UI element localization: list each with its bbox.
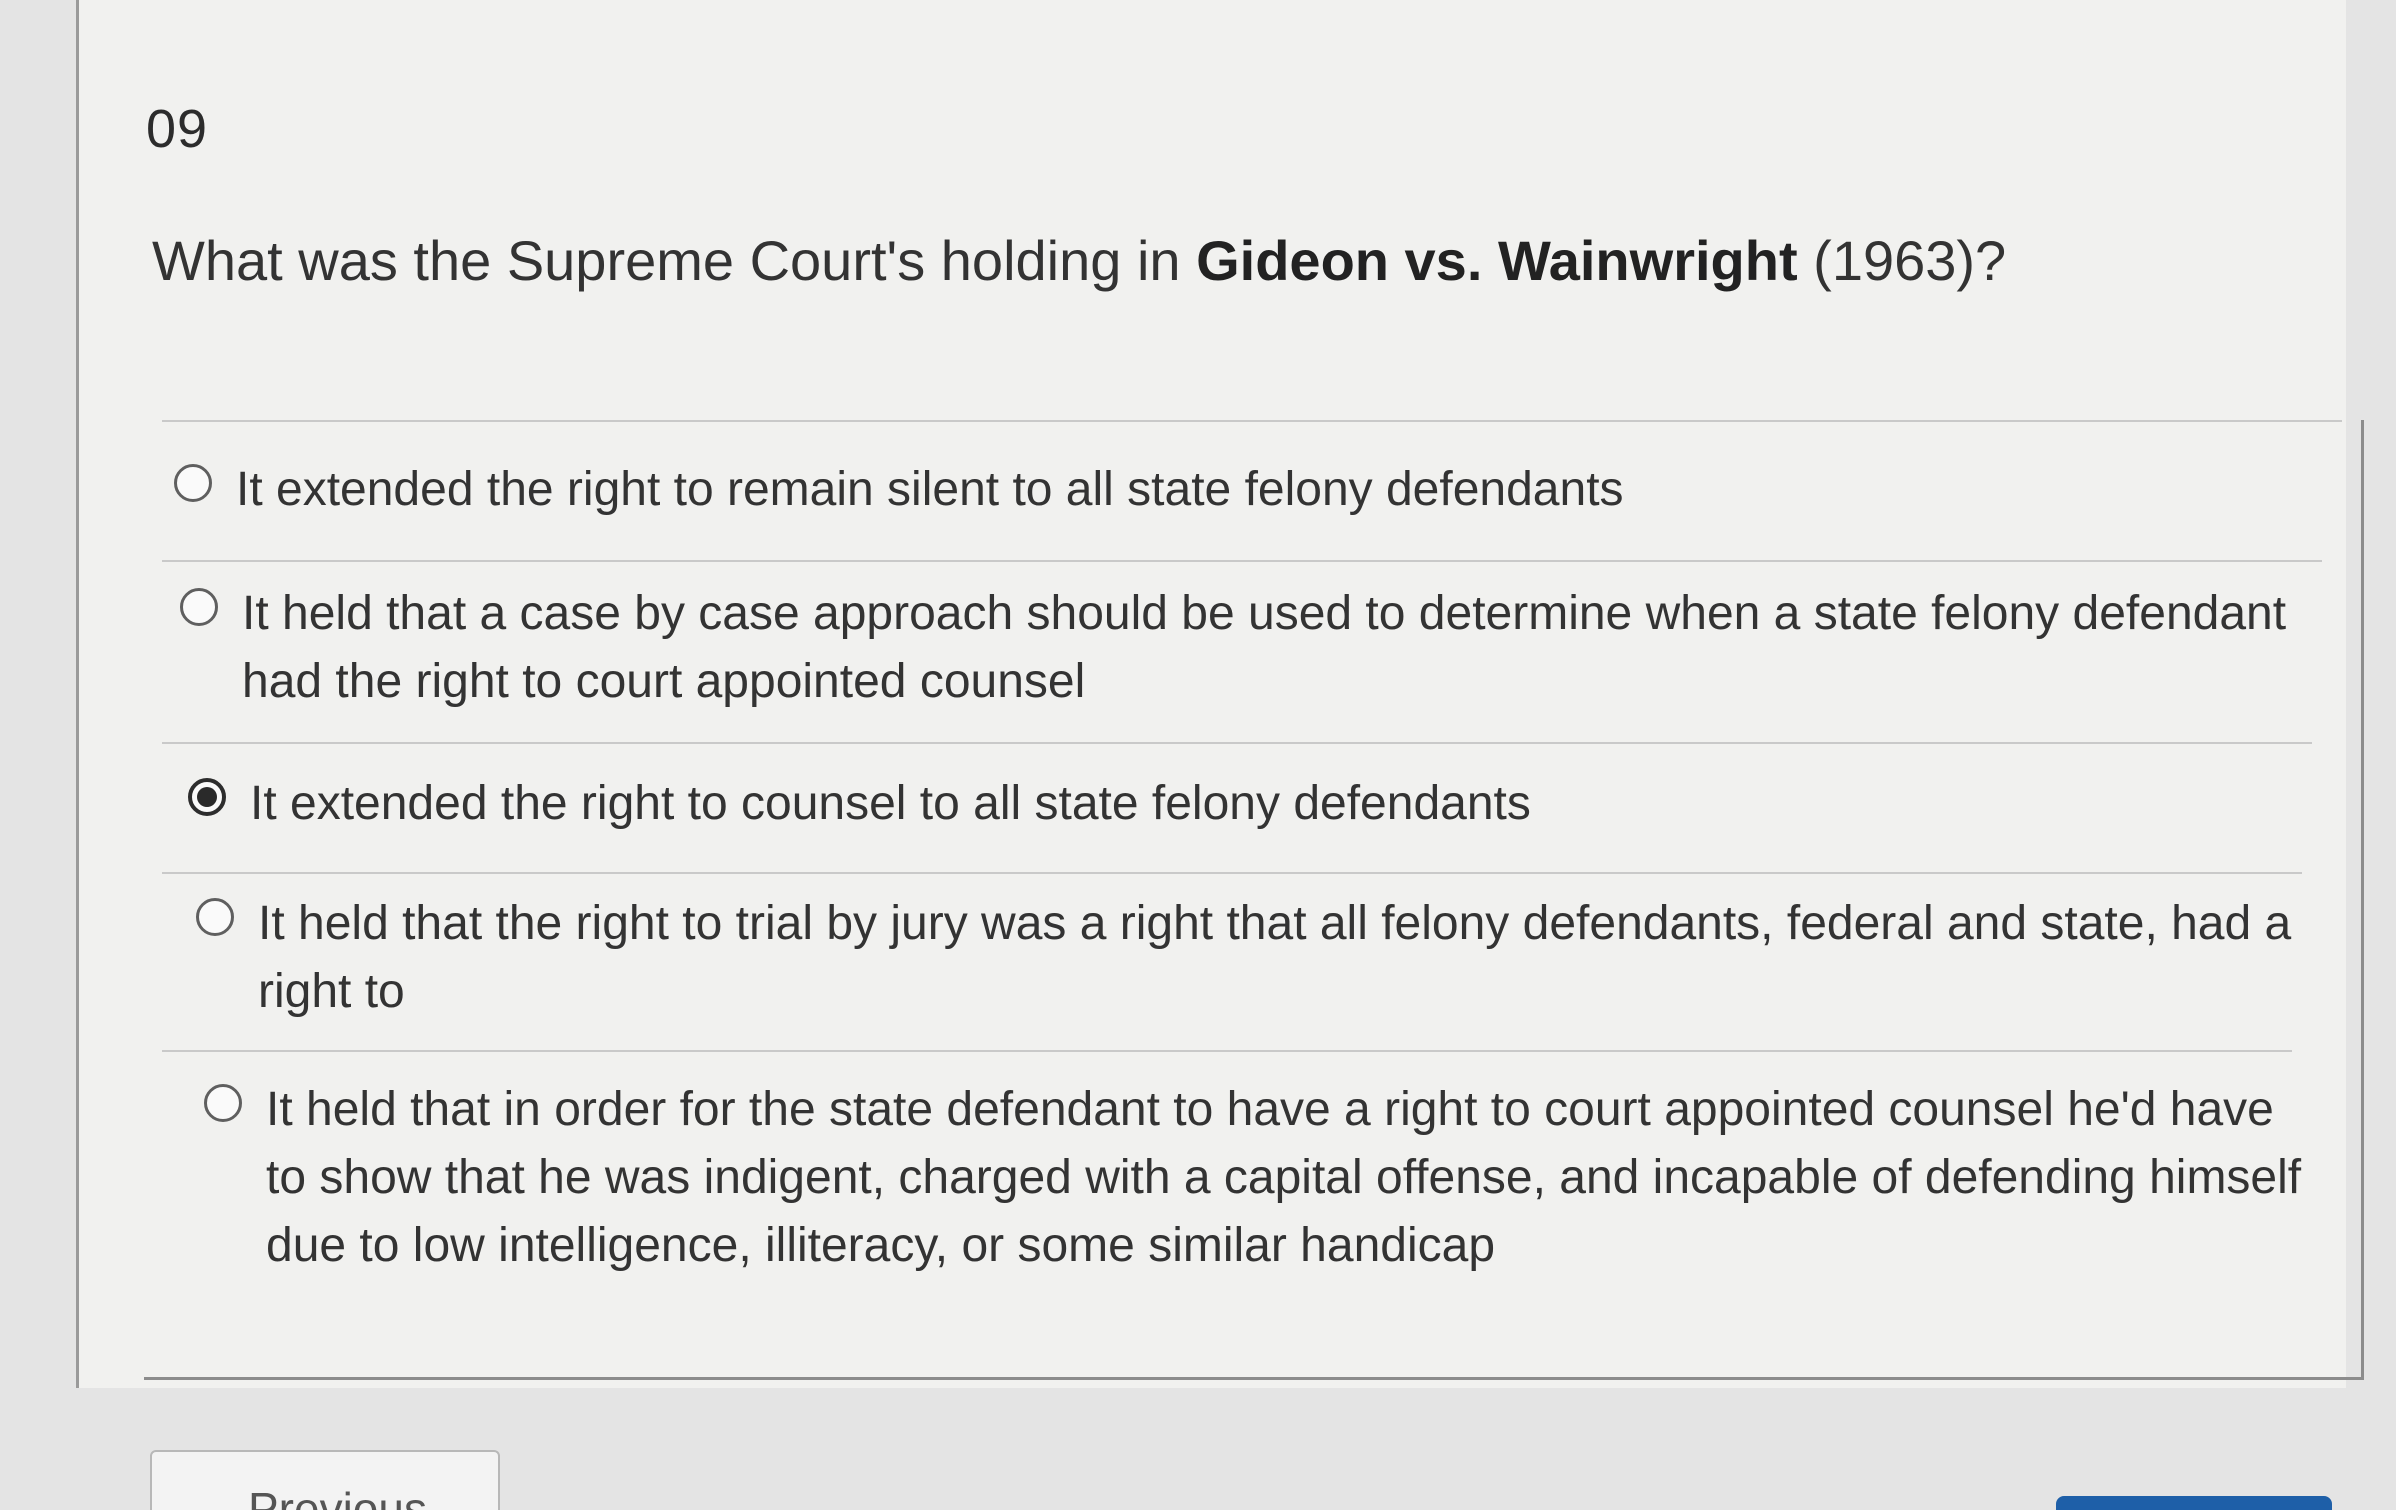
divider [162,420,2342,422]
question-number: 09 [146,99,209,159]
divider [162,872,2302,874]
answer-option-label-3: It extended the right to counsel to all … [250,777,1531,830]
divider [162,742,2312,744]
answer-option-3[interactable]: It extended the right to counsel to all … [188,770,2308,838]
case-name: Gideon vs. Wainwright [1196,229,1798,292]
answer-option-label-5: It held that in order for the state defe… [266,1083,2302,1272]
radio-button-5[interactable] [204,1084,242,1122]
question-text-suffix: (1963)? [1797,229,2007,292]
radio-button-3-selected[interactable] [188,778,226,816]
quiz-page: 09 What was the Supreme Court's holding … [0,0,2396,1510]
answer-option-label-4: It held that the right to trial by jury … [258,897,2292,1018]
answer-option-2[interactable]: It held that a case by case approach sho… [180,580,2320,716]
radio-button-4[interactable] [196,898,234,936]
answer-options: It extended the right to remain silent t… [144,420,2364,1380]
answer-option-label-2: It held that a case by case approach sho… [242,587,2287,708]
previous-button-label: Previous [248,1483,427,1510]
radio-button-2[interactable] [180,588,218,626]
answer-option-4[interactable]: It held that the right to trial by jury … [196,890,2306,1026]
previous-button[interactable]: ‹ Previous [150,1450,500,1510]
question-text: What was the Supreme Court's holding in … [152,228,2006,293]
answer-option-label-1: It extended the right to remain silent t… [236,463,1624,516]
divider [162,560,2322,562]
question-text-prefix: What was the Supreme Court's holding in [152,229,1197,292]
chevron-left-icon: ‹ [222,1496,235,1510]
divider [162,1050,2292,1052]
answer-option-1[interactable]: It extended the right to remain silent t… [174,456,2294,524]
radio-button-1[interactable] [174,464,212,502]
answer-option-5[interactable]: It held that in order for the state defe… [204,1076,2304,1280]
next-button[interactable] [2056,1496,2332,1510]
